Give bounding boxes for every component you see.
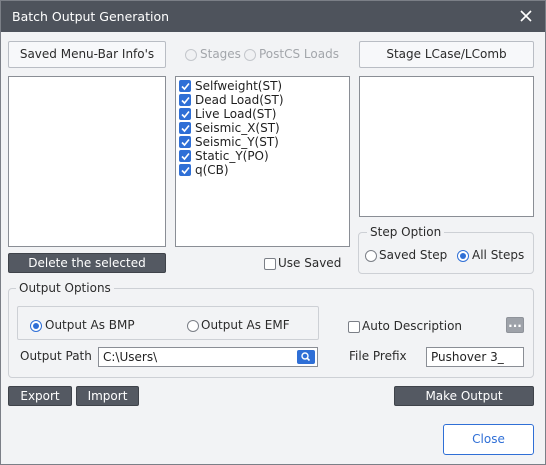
load-case-list[interactable]: Selfweight(ST) Dead Load(ST) Live Load(S…	[175, 76, 350, 247]
saved-menu-info-button[interactable]: Saved Menu-Bar Info's	[8, 41, 166, 68]
use-saved-checkbox[interactable]	[264, 258, 276, 270]
output-emf-label: Output As EMF	[201, 318, 290, 332]
close-icon[interactable]	[515, 5, 537, 27]
load-case-label: Live Load(ST)	[195, 107, 277, 121]
export-button[interactable]: Export	[8, 386, 72, 406]
postcs-loads-radio[interactable]	[244, 49, 256, 61]
load-case-label: Static_Y(PO)	[195, 149, 269, 163]
output-emf-radio[interactable]	[187, 320, 199, 332]
postcs-loads-label: PostCS Loads	[259, 47, 339, 61]
all-steps-label: All Steps	[472, 248, 525, 262]
saved-step-label: Saved Step	[379, 248, 448, 262]
delete-selected-button[interactable]: Delete the selected	[8, 253, 166, 273]
use-saved-label: Use Saved	[278, 256, 342, 270]
saved-menu-list[interactable]	[8, 76, 166, 247]
close-button[interactable]: Close	[443, 424, 534, 455]
output-options-title: Output Options	[16, 281, 114, 295]
step-option-title: Step Option	[367, 225, 445, 239]
browse-button[interactable]: ...	[506, 317, 524, 333]
output-bmp-radio[interactable]	[30, 320, 42, 332]
file-prefix-value: Pushover 3_	[431, 350, 504, 364]
checkbox-checked-icon[interactable]	[179, 94, 191, 106]
output-path-label: Output Path	[20, 349, 92, 363]
stages-radio[interactable]	[185, 49, 197, 61]
checkbox-checked-icon[interactable]	[179, 108, 191, 120]
file-prefix-label: File Prefix	[349, 349, 407, 363]
stage-lcase-list[interactable]	[359, 76, 534, 217]
search-icon[interactable]	[297, 350, 315, 364]
load-case-label: Seismic_X(ST)	[195, 121, 280, 135]
load-case-label: Dead Load(ST)	[195, 93, 284, 107]
checkbox-checked-icon[interactable]	[179, 164, 191, 176]
output-bmp-label: Output As BMP	[45, 318, 135, 332]
dialog-title: Batch Output Generation	[12, 9, 170, 24]
checkbox-checked-icon[interactable]	[179, 80, 191, 92]
stage-lcase-lcomb-button[interactable]: Stage LCase/LComb	[359, 41, 534, 68]
output-path-input[interactable]: C:\Users\	[98, 347, 318, 367]
auto-description-label: Auto Description	[362, 319, 463, 333]
title-bar[interactable]: Batch Output Generation	[1, 1, 545, 32]
make-output-button[interactable]: Make Output	[394, 386, 534, 406]
import-button[interactable]: Import	[76, 386, 139, 406]
load-case-label: Selfweight(ST)	[195, 79, 283, 93]
checkbox-checked-icon[interactable]	[179, 136, 191, 148]
load-case-label: q(CB)	[195, 163, 229, 177]
output-path-value: C:\Users\	[103, 350, 158, 364]
checkbox-checked-icon[interactable]	[179, 150, 191, 162]
all-steps-radio[interactable]	[457, 250, 469, 262]
auto-description-checkbox[interactable]	[348, 321, 360, 333]
checkbox-checked-icon[interactable]	[179, 122, 191, 134]
batch-output-dialog: Batch Output Generation Saved Menu-Bar I…	[0, 0, 546, 465]
saved-step-radio[interactable]	[365, 250, 377, 262]
load-case-label: Seismic_Y(ST)	[195, 135, 279, 149]
file-prefix-input[interactable]: Pushover 3_	[426, 347, 524, 367]
stages-label: Stages	[200, 47, 241, 61]
